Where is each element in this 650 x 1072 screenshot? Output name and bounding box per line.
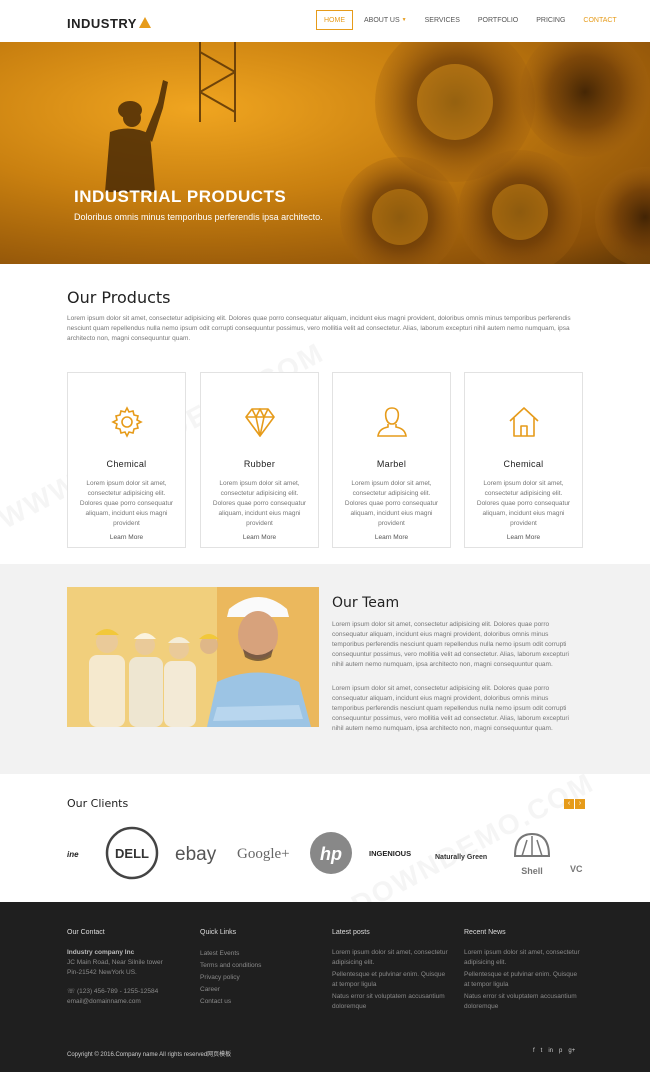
card-text: Lorem ipsum dolor sit amet, consectetur … [212,480,307,527]
team-title: Our Team [332,595,400,611]
client-logo-ebay: ebay [175,844,217,865]
product-card[interactable]: Rubber Lorem ipsum dolor sit amet, conse… [200,372,319,548]
client-logo-ingenious: INGENIOUS [369,849,411,858]
card-text: Lorem ipsum dolor sit amet, consectetur … [79,480,174,527]
card-title: Chemical [106,459,147,469]
card-text: Lorem ipsum dolor sit amet, consectetur … [344,480,439,527]
hero-banner: INDUSTRIAL PRODUCTS Doloribus omnis minu… [0,42,650,264]
footer-link[interactable]: Contact us [200,996,320,1008]
logo[interactable]: INDUSTRY [67,16,151,31]
phone-number: ☏ (123) 456-789 - 1255-12584 [67,987,187,997]
gear-icon [111,406,143,438]
footer-post[interactable]: Natus error sit voluptatem accusantium d… [332,992,450,1012]
footer-link[interactable]: Latest Events [200,948,320,960]
copyright: Copyright © 2016.Company name All rights… [67,1052,232,1058]
card-title: Marbel [376,459,407,469]
hero-background-image [105,42,650,264]
team-paragraph-1: Lorem ipsum dolor sit amet, consectetur … [332,621,570,668]
social-links: f t in p g+ [527,1048,575,1054]
footer-heading: Recent News [464,929,506,936]
phone-text: (123) 456-789 - 1255-12584 [76,988,159,995]
footer-link[interactable]: Career [200,984,320,996]
hero-subtitle: Doloribus omnis minus temporibus perfere… [74,212,323,222]
footer-heading: Our Contact [67,929,105,936]
product-card[interactable]: Chemical Lorem ipsum dolor sit amet, con… [464,372,583,548]
learn-more-link[interactable]: Learn More [465,534,582,541]
client-carousel-controls: ‹ › [563,799,585,809]
learn-more-link[interactable]: Learn More [68,534,185,541]
client-logo-strip: ine DELL ebay Google+ hp INGENIOUS Natur… [67,826,583,880]
address-line: Pin-21542 NewYork US. [67,969,137,976]
site-header: INDUSTRY HOME ABOUT US ▼ SERVICES PORTFOL… [0,0,650,42]
client-logo-google-plus: Google+ [237,846,290,862]
nav-contact[interactable]: CONTACT [576,10,623,30]
carousel-next-button[interactable]: › [575,799,585,809]
client-logo-vc: VC [570,864,583,874]
svg-text:Shell: Shell [521,866,543,876]
products-intro: Lorem ipsum dolor sit amet, consectetur … [67,315,571,342]
card-text: Lorem ipsum dolor sit amet, consectetur … [476,480,571,527]
chevron-down-icon: ▼ [401,17,407,23]
footer-link[interactable]: Terms and conditions [200,960,320,972]
svg-text:DELL: DELL [115,846,149,861]
footer-link[interactable]: Privacy policy [200,972,320,984]
footer-post[interactable]: Lorem ipsum dolor sit amet, consectetur … [332,948,450,968]
footer-heading: Latest posts [332,929,370,936]
linkedin-icon[interactable]: in [548,1048,553,1054]
client-logos: ine DELL ebay Google+ hp INGENIOUS Natur… [67,826,587,882]
user-icon [377,407,407,437]
learn-more-link[interactable]: Learn More [333,534,450,541]
svg-text:hp: hp [320,844,342,864]
carousel-prev-button[interactable]: ‹ [564,799,574,809]
twitter-icon[interactable]: t [541,1048,543,1054]
nav-services[interactable]: SERVICES [418,10,467,30]
clients-title: Our Clients [67,797,129,810]
pinterest-icon[interactable]: p [559,1048,562,1054]
client-logo-dell: DELL [105,826,159,880]
nav-home[interactable]: HOME [316,10,353,30]
footer-quick-links: Quick Links Latest Events Terms and cond… [200,929,320,1008]
logo-text: INDUSTRY [67,16,137,31]
client-logo-naturally-green: Naturally Green [435,854,487,861]
footer-post[interactable]: Pellentesque et pulvinar enim. Quisque a… [332,970,450,990]
footer-news[interactable]: Lorem ipsum dolor sit amet, consectetur … [464,948,582,968]
footer-contact: Our Contact Industry company Inc JC Main… [67,929,187,1007]
company-name: Industry company Inc [67,949,135,956]
footer-latest-posts: Latest posts Lorem ipsum dolor sit amet,… [332,929,450,1012]
product-card[interactable]: Marbel Lorem ipsum dolor sit amet, conse… [332,372,451,548]
client-logo-shell: Shell [513,832,551,876]
team-photo [67,587,319,727]
google-plus-icon[interactable]: g+ [568,1048,575,1054]
nav-about[interactable]: ABOUT US ▼ [357,10,414,30]
card-title: Chemical [503,459,544,469]
address-line: JC Main Road, Near Silnile tower [67,959,163,966]
footer-news[interactable]: Natus error sit voluptatem accusantium d… [464,992,582,1012]
team-paragraph-2: Lorem ipsum dolor sit amet, consectetur … [332,685,570,732]
nav-about-label: ABOUT US [364,16,400,24]
home-icon [509,407,539,437]
phone-icon: ☏ [67,988,77,995]
learn-more-link[interactable]: Learn More [201,534,318,541]
client-logo-ine: ine [67,850,79,859]
facebook-icon[interactable]: f [533,1048,535,1054]
hero-title: INDUSTRIAL PRODUCTS [74,187,287,206]
logo-triangle-icon [138,17,151,28]
footer-news[interactable]: Pellentesque et pulvinar enim. Quisque a… [464,970,582,990]
client-logo-hp: hp [310,832,352,874]
main-nav: HOME ABOUT US ▼ SERVICES PORTFOLIO PRICIN… [316,10,628,30]
team-photo-illustration [67,587,319,727]
nav-pricing[interactable]: PRICING [529,10,572,30]
diamond-icon [245,408,275,437]
nav-portfolio[interactable]: PORTFOLIO [471,10,525,30]
product-card[interactable]: Chemical Lorem ipsum dolor sit amet, con… [67,372,186,548]
footer-heading: Quick Links [200,929,237,936]
email-address[interactable]: email@domainname.com [67,997,187,1007]
products-title: Our Products [67,288,171,307]
card-title: Rubber [243,459,276,469]
footer-recent-news: Recent News Lorem ipsum dolor sit amet, … [464,929,582,1012]
